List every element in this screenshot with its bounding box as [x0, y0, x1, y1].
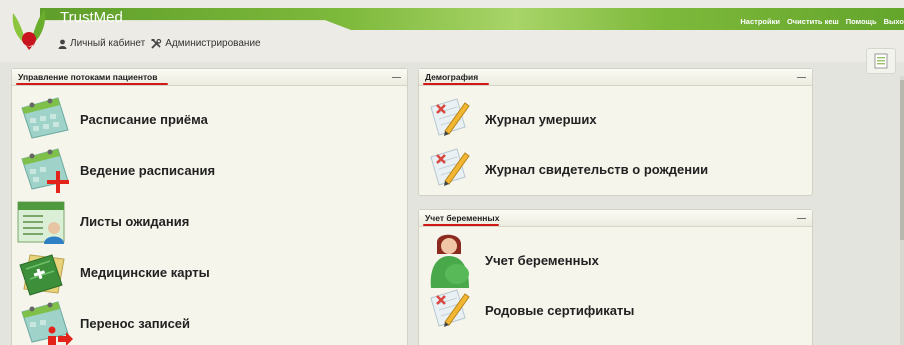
clear-cache-link[interactable]: Очистить кеш — [787, 17, 839, 26]
personal-cabinet-label: Личный кабинет — [70, 38, 146, 49]
medical-card-icon — [19, 254, 65, 296]
calendar-transfer-icon — [21, 301, 73, 345]
tools-icon — [151, 38, 162, 49]
transfer-appointments-label: Перенос записей — [80, 316, 191, 331]
panel-title-underline — [16, 83, 168, 85]
patient-flow-panel-title: Управление потоками пациентов — [18, 72, 158, 82]
collapse-button[interactable]: — — [797, 213, 806, 223]
pregnancy-panel: Учет беременных — Учет беременных Родовы… — [418, 209, 813, 345]
page-scrollbar-thumb[interactable] — [900, 80, 904, 240]
schedule-item[interactable]: Расписание приёма — [80, 112, 208, 127]
waiting-lists-item[interactable]: Листы ожидания — [80, 214, 189, 229]
death-journal-icon — [430, 98, 470, 136]
birth-certificate-journal-icon — [430, 148, 470, 186]
transfer-appointments-item[interactable]: Перенос записей — [80, 316, 190, 331]
calendar-icon — [21, 97, 69, 139]
personal-cabinet-link[interactable]: Личный кабинет — [58, 38, 145, 49]
demography-panel: Демография — Журнал умерших Журнал свиде… — [418, 68, 813, 196]
pregnancy-panel-title: Учет беременных — [425, 213, 500, 223]
birth-certificates-item[interactable]: Родовые сертификаты — [485, 303, 634, 318]
logout-link[interactable]: Выхо — [884, 17, 904, 26]
top-links: Настройки Очистить кеш Помощь Выхо — [740, 17, 904, 26]
app-title: TrustMed — [60, 9, 123, 26]
waiting-list-icon — [17, 201, 65, 244]
settings-link[interactable]: Настройки — [740, 17, 780, 26]
medical-cards-item[interactable]: Медицинские карты — [80, 265, 210, 280]
help-link[interactable]: Помощь — [846, 17, 877, 26]
collapse-button[interactable]: — — [392, 72, 401, 82]
patient-flow-panel-header: Управление потоками пациентов — — [12, 69, 407, 86]
birth-certificates-journal-label: Журнал свидетельств о рождении — [485, 162, 709, 177]
documents-button[interactable] — [866, 48, 896, 74]
schedule-management-item[interactable]: Ведение расписания — [80, 163, 215, 178]
waiting-lists-label: Листы ожидания — [80, 214, 190, 229]
demography-panel-header: Демография — — [419, 69, 812, 86]
demography-panel-title: Демография — [425, 72, 479, 82]
panel-title-underline — [423, 83, 489, 85]
administration-label: Администрирование — [165, 38, 261, 49]
document-list-icon — [874, 53, 888, 69]
pregnancy-accounting-label: Учет беременных — [485, 253, 599, 268]
pregnant-woman-icon — [430, 234, 469, 288]
birth-certificates-journal-item[interactable]: Журнал свидетельств о рождении — [485, 162, 708, 177]
schedule-management-label: Ведение расписания — [80, 163, 216, 178]
death-journal-item[interactable]: Журнал умерших — [485, 112, 597, 127]
medical-cards-label: Медицинские карты — [80, 265, 210, 280]
trustmed-logo-icon — [12, 9, 46, 50]
schedule-label: Расписание приёма — [80, 112, 208, 127]
app-header: TrustMed Настройки Очистить кеш Помощь В… — [0, 0, 904, 74]
patient-flow-panel: Управление потоками пациентов — Расписан… — [11, 68, 408, 345]
calendar-add-icon — [21, 148, 69, 193]
user-icon — [58, 39, 67, 49]
panel-title-underline — [423, 224, 499, 226]
death-journal-label: Журнал умерших — [485, 112, 597, 127]
administration-link[interactable]: Администрирование — [151, 38, 261, 49]
birth-certificates-label: Родовые сертификаты — [485, 303, 635, 318]
sub-navigation: Личный кабинет Администрирование — [58, 38, 261, 49]
pregnancy-accounting-item[interactable]: Учет беременных — [485, 253, 599, 268]
collapse-button[interactable]: — — [797, 72, 806, 82]
birth-certificates-icon — [430, 289, 470, 327]
pregnancy-panel-header: Учет беременных — — [419, 210, 812, 227]
